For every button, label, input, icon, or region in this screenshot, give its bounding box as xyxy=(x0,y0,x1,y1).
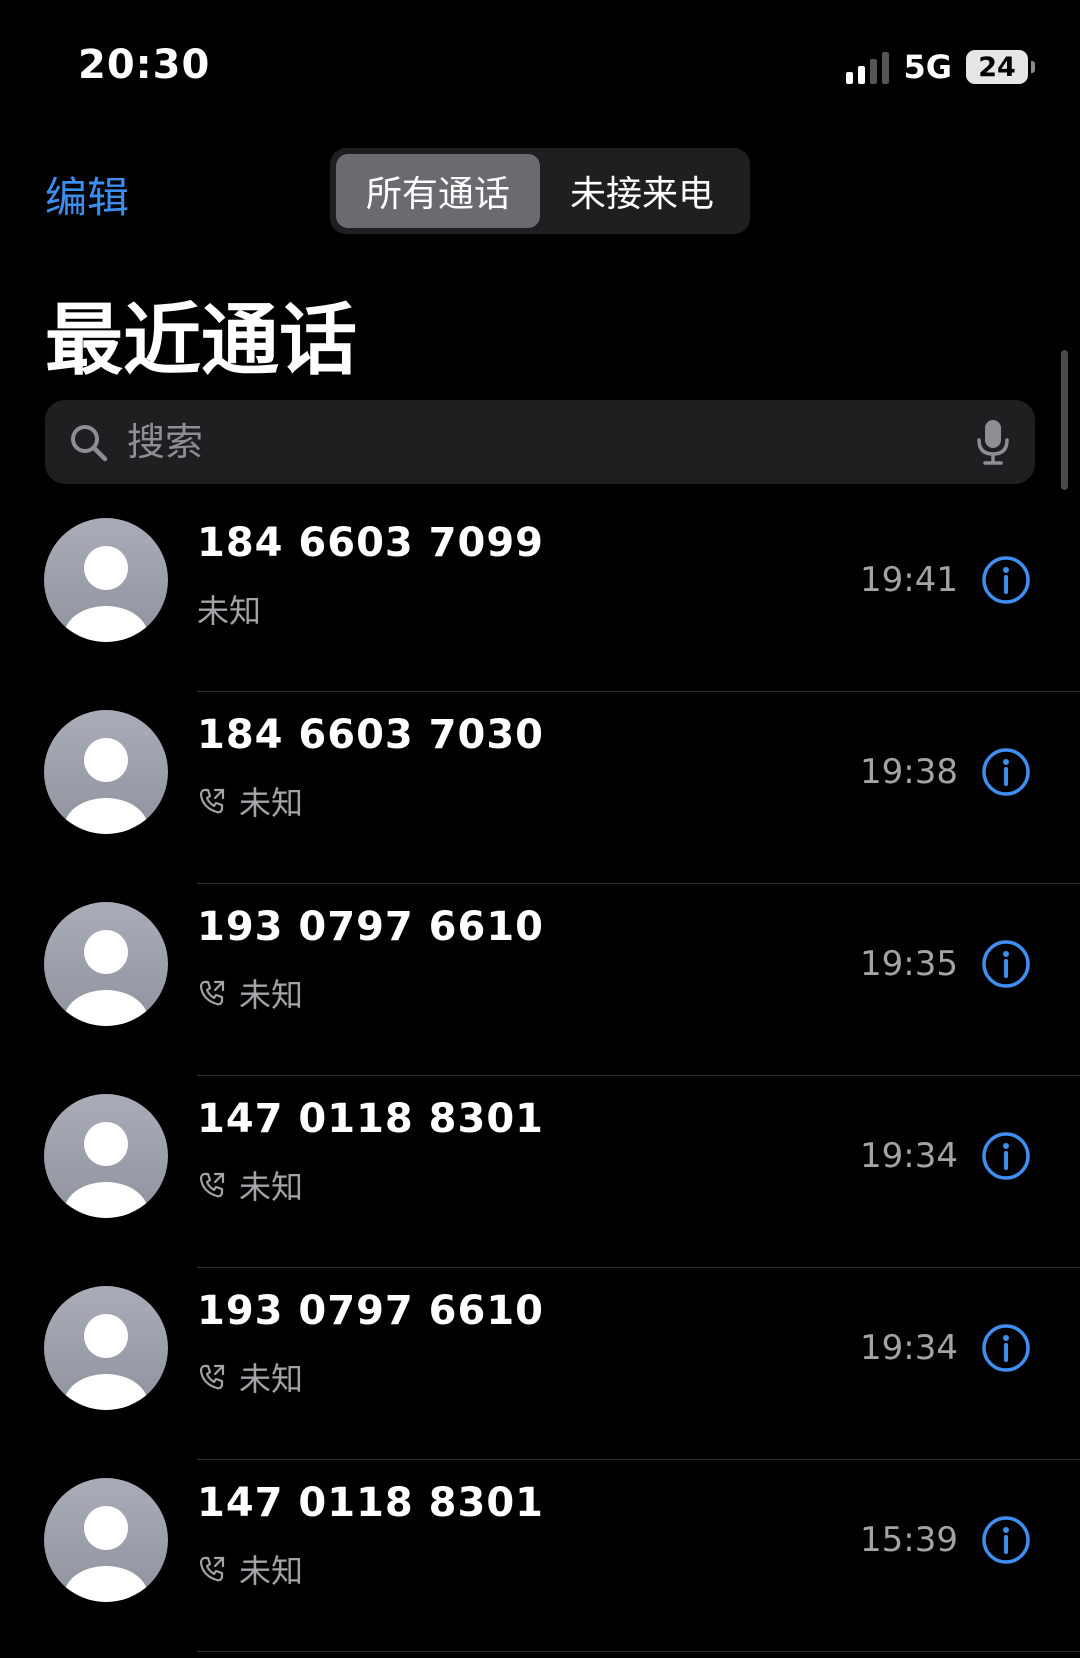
call-number: 193 0797 6610 xyxy=(197,1288,545,1334)
info-icon[interactable] xyxy=(980,554,1032,606)
call-row[interactable]: 184 6603 7099 未知 19:41 xyxy=(0,500,1080,692)
phone-outgoing-icon xyxy=(199,1364,225,1390)
call-label: 未知 xyxy=(239,1168,304,1206)
call-time: 19:34 xyxy=(860,1136,958,1176)
call-number: 184 6603 7030 xyxy=(197,712,545,758)
avatar-icon xyxy=(44,710,168,834)
search-icon xyxy=(71,425,108,462)
call-number: 147 0118 8301 xyxy=(197,1096,545,1142)
call-row[interactable]: 147 0118 8301 未知 15:39 xyxy=(0,1460,1080,1652)
call-time: 15:39 xyxy=(860,1520,958,1560)
call-number: 184 6603 7099 xyxy=(197,520,545,566)
call-subtitle: 未知 xyxy=(197,1546,303,1592)
call-subtitle: 未知 xyxy=(197,1354,303,1400)
status-bar: 20:30 5G 24 xyxy=(0,0,1080,120)
microphone-icon[interactable] xyxy=(973,418,1013,466)
avatar-icon xyxy=(44,902,168,1026)
avatar-icon xyxy=(44,518,168,642)
network-type: 5G xyxy=(903,48,952,86)
status-indicators: 5G 24 xyxy=(846,48,1035,86)
edit-button[interactable]: 编辑 xyxy=(45,164,129,225)
call-label: 未知 xyxy=(239,784,304,822)
phone-outgoing-icon xyxy=(199,1172,225,1198)
tab-all-calls[interactable]: 所有通话 xyxy=(336,154,540,228)
call-time: 19:38 xyxy=(860,752,958,792)
call-number: 147 0118 8301 xyxy=(197,1480,545,1526)
call-subtitle: 未知 xyxy=(197,586,261,632)
row-divider xyxy=(197,1651,1080,1652)
call-time: 19:35 xyxy=(860,944,958,984)
phone-outgoing-icon xyxy=(199,980,225,1006)
info-icon[interactable] xyxy=(980,1322,1032,1374)
battery-level: 24 xyxy=(978,51,1016,83)
call-time: 19:41 xyxy=(860,560,958,600)
tab-missed-calls[interactable]: 未接来电 xyxy=(540,154,744,228)
call-time: 19:34 xyxy=(860,1328,958,1368)
info-icon[interactable] xyxy=(980,1514,1032,1566)
recent-calls-list: 184 6603 7099 未知 19:41 184 6603 7030 未知 … xyxy=(0,500,1080,1652)
info-icon[interactable] xyxy=(980,1130,1032,1182)
search-input[interactable] xyxy=(125,419,973,465)
avatar-icon xyxy=(44,1478,168,1602)
call-row[interactable]: 184 6603 7030 未知 19:38 xyxy=(0,692,1080,884)
status-time: 20:30 xyxy=(78,42,211,88)
info-icon[interactable] xyxy=(980,938,1032,990)
page-title: 最近通话 xyxy=(45,296,358,386)
phone-outgoing-icon xyxy=(199,1556,225,1582)
call-subtitle: 未知 xyxy=(197,1162,303,1208)
call-label: 未知 xyxy=(197,592,262,630)
avatar-icon xyxy=(44,1286,168,1410)
call-label: 未知 xyxy=(239,976,304,1014)
call-row[interactable]: 147 0118 8301 未知 19:34 xyxy=(0,1076,1080,1268)
call-label: 未知 xyxy=(239,1360,304,1398)
call-subtitle: 未知 xyxy=(197,778,303,824)
call-label: 未知 xyxy=(239,1552,304,1590)
phone-outgoing-icon xyxy=(199,788,225,814)
call-filter-segmented-control: 所有通话 未接来电 xyxy=(330,148,750,234)
battery-icon: 24 xyxy=(966,50,1035,84)
call-number: 193 0797 6610 xyxy=(197,904,545,950)
scroll-indicator[interactable] xyxy=(1061,350,1068,490)
call-row[interactable]: 193 0797 6610 未知 19:35 xyxy=(0,884,1080,1076)
info-icon[interactable] xyxy=(980,746,1032,798)
search-bar[interactable] xyxy=(45,400,1035,484)
avatar-icon xyxy=(44,1094,168,1218)
cellular-signal-icon xyxy=(846,50,890,84)
call-row[interactable]: 193 0797 6610 未知 19:34 xyxy=(0,1268,1080,1460)
call-subtitle: 未知 xyxy=(197,970,303,1016)
